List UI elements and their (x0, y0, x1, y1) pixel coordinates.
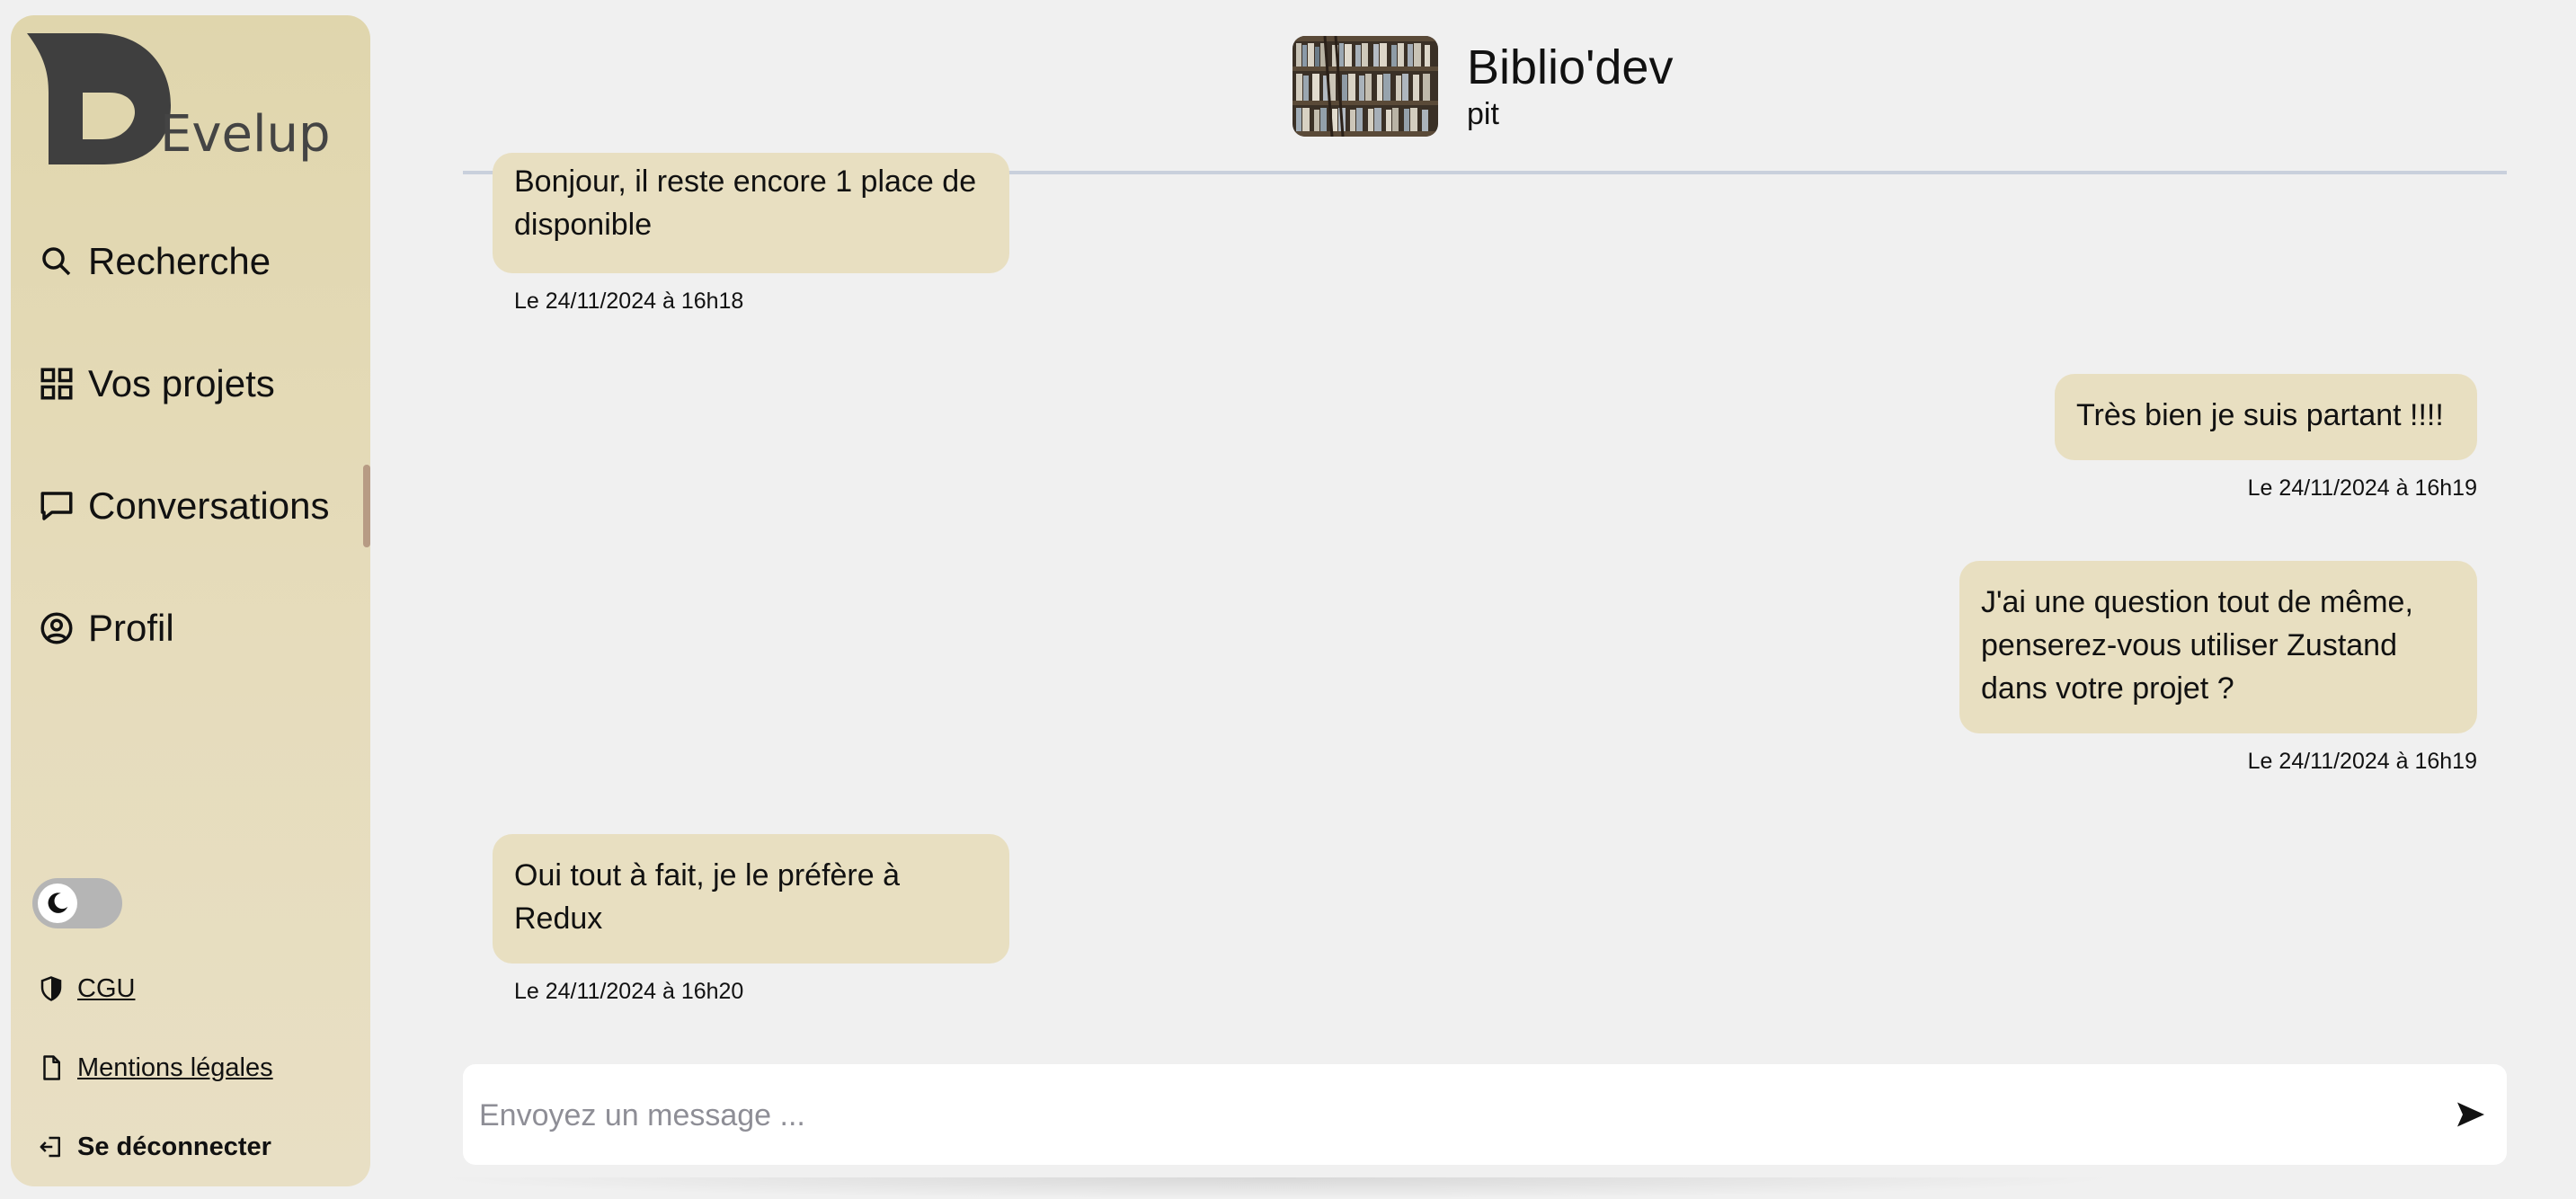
message-text: Bonjour, il reste encore 1 place de disp… (514, 164, 977, 242)
message-bubble-received: Bonjour, il reste encore 1 place de disp… (493, 153, 1009, 273)
logout-link[interactable]: Se déconnecter (38, 1129, 271, 1165)
message-text: Oui tout à fait, je le préfère à Redux (514, 858, 901, 936)
sidebar-item-recherche[interactable]: Recherche (38, 235, 271, 289)
message-text: Très bien je suis partant !!!! (2076, 398, 2444, 432)
composer-shadow (422, 1177, 2130, 1199)
search-icon (42, 247, 71, 276)
conversation-title: Biblio'dev (1467, 40, 1674, 94)
sidebar-item-vos-projets[interactable]: Vos projets (38, 357, 275, 411)
message-bubble-sent: J'ai une question tout de même, penserez… (1959, 561, 2477, 733)
logo-text: Evelup (160, 105, 331, 164)
chat-icon (40, 492, 73, 520)
sidebar-item-label: Vos projets (88, 362, 275, 404)
message-bubble-received: Oui tout à fait, je le préfère à Redux (493, 834, 1009, 964)
sidebar-item-label: Conversations (88, 484, 330, 527)
shield-icon (40, 976, 62, 1001)
cgu-label: CGU (77, 973, 136, 1003)
message-timestamp: Le 24/11/2024 à 16h20 (514, 979, 744, 1004)
active-indicator (363, 465, 370, 547)
message-bubble-sent: Très bien je suis partant !!!! (2055, 374, 2477, 460)
moon-icon (48, 893, 68, 913)
user-circle-icon (40, 612, 73, 644)
grid-icon (40, 368, 73, 400)
message-composer (463, 1064, 2507, 1165)
message-timestamp: Le 24/11/2024 à 16h19 (2247, 749, 2477, 774)
send-icon[interactable] (2455, 1098, 2487, 1131)
mentions-legales-label: Mentions légales (77, 1052, 273, 1082)
sidebar-item-label: Recherche (88, 240, 271, 282)
logo-d-icon (27, 33, 171, 164)
conversation-subtitle: pit (1467, 97, 1499, 131)
develup-logo[interactable]: Evelup (27, 30, 331, 164)
document-icon (43, 1055, 60, 1080)
cgu-link[interactable]: CGU (38, 971, 135, 1007)
message-timestamp: Le 24/11/2024 à 16h19 (2247, 475, 2477, 501)
theme-toggle[interactable] (32, 878, 122, 928)
sidebar-item-conversations[interactable]: Conversations (38, 479, 329, 533)
mentions-legales-link[interactable]: Mentions légales (38, 1050, 273, 1086)
toggle-knob (38, 884, 77, 923)
sidebar-item-profil[interactable]: Profil (38, 601, 174, 655)
sidebar-item-label: Profil (88, 607, 174, 649)
message-text: J'ai une question tout de même, penserez… (1981, 585, 2413, 706)
bookshelf-image (1292, 36, 1438, 137)
message-timestamp: Le 24/11/2024 à 16h18 (514, 289, 744, 314)
message-input[interactable] (477, 1082, 2413, 1149)
logout-label: Se déconnecter (77, 1132, 271, 1161)
sidebar: Evelup Recherche Vos projets Conversatio… (11, 15, 370, 1186)
conversation-avatar (1292, 36, 1438, 137)
logout-icon (40, 1136, 60, 1158)
